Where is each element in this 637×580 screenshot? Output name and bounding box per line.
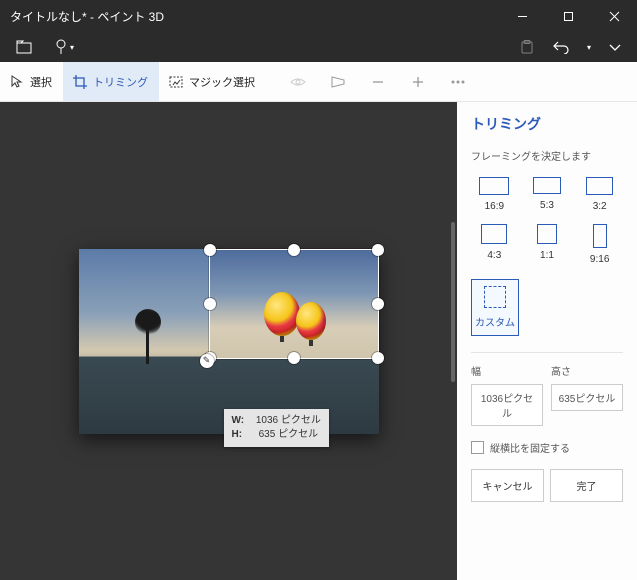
crop-handle-bm[interactable] [288,352,300,364]
crop-handle-tl[interactable] [204,244,216,256]
ratio-16-9[interactable]: 16:9 [471,173,518,216]
canvas-area[interactable]: ✎ W: 1036 ピクセル H: 635 ピクセル [0,102,457,580]
height-input[interactable]: 635ピクセル [551,384,623,411]
tool-3dview-icon[interactable] [286,70,310,94]
crop-selection[interactable]: ✎ [209,249,379,359]
crop-handle-tm[interactable] [288,244,300,256]
menu-brush-icon[interactable]: ▾ [52,35,76,59]
ratio-1-1[interactable]: 1:1 [524,220,571,269]
ratio-icon [537,224,557,244]
height-label: 高さ [551,363,623,378]
ratio-icon [484,286,506,308]
width-label: 幅 [471,363,543,378]
undo-button[interactable] [549,35,573,59]
tool-select[interactable]: 選択 [0,62,63,101]
ratio-icon [481,224,507,244]
panel-subtitle: フレーミングを決定します [471,148,623,163]
tool-magic-select[interactable]: マジック選択 [159,62,266,101]
tool-minus-icon[interactable] [366,70,390,94]
cancel-button[interactable]: キャンセル [471,469,544,502]
ratio-icon [479,177,509,195]
ratio-icon [593,224,607,248]
dimension-tooltip: W: 1036 ピクセル H: 635 ピクセル [224,409,329,447]
tool-crop-label: トリミング [93,74,148,90]
cursor-icon [10,75,24,89]
tool-perspective-icon[interactable] [326,70,350,94]
panel-title: トリミング [471,114,623,134]
titlebar: タイトルなし* - ペイント 3D [0,0,637,32]
side-panel: トリミング フレーミングを決定します 16:9 5:3 3:2 4:3 1:1 … [457,102,637,580]
width-input[interactable]: 1036ピクセル [471,384,543,426]
crop-icon [73,75,87,89]
divider [471,352,623,353]
expand-button[interactable] [603,35,627,59]
scrollbar-vertical[interactable] [451,222,455,382]
lock-aspect-checkbox[interactable] [471,441,484,454]
crop-handle-br[interactable] [372,352,384,364]
done-button[interactable]: 完了 [550,469,623,502]
ratio-icon [586,177,613,195]
lock-aspect-label: 縦横比を固定する [490,440,570,455]
crop-handle-ml[interactable] [204,298,216,310]
toolbar: 選択 トリミング マジック選択 [0,62,637,102]
image-tree-decor [137,309,159,364]
chevron-down-icon: ▾ [70,43,74,52]
ratio-custom[interactable]: カスタム [471,279,519,336]
tool-magic-label: マジック選択 [189,74,255,90]
paste-icon[interactable] [515,35,539,59]
minimize-button[interactable] [499,0,545,32]
canvas-image[interactable]: ✎ W: 1036 ピクセル H: 635 ピクセル [79,249,379,434]
tool-select-label: 選択 [30,74,52,90]
ratio-4-3[interactable]: 4:3 [471,220,518,269]
tool-crop[interactable]: トリミング [63,62,159,101]
ratio-9-16[interactable]: 9:16 [576,220,623,269]
crop-handle-mr[interactable] [372,298,384,310]
redo-dropdown[interactable]: ▾ [583,35,593,59]
ratio-5-3[interactable]: 5:3 [524,173,571,216]
crop-handle-tr[interactable] [372,244,384,256]
image-balloon-decor [296,302,326,340]
menubar: ▾ ▾ [0,32,637,62]
chevron-down-icon: ▾ [587,43,591,52]
tool-plus-icon[interactable] [406,70,430,94]
menu-file-icon[interactable] [12,35,36,59]
window-title: タイトルなし* - ペイント 3D [0,8,499,25]
magic-select-icon [169,75,183,89]
ratio-icon [533,177,561,194]
crop-rotate-handle[interactable]: ✎ [200,354,214,368]
app-window: タイトルなし* - ペイント 3D ▾ ▾ 選択 トリミング [0,0,637,580]
ratio-3-2[interactable]: 3:2 [576,173,623,216]
tool-more-icon[interactable] [446,70,470,94]
image-balloon-decor [264,292,300,336]
close-button[interactable] [591,0,637,32]
maximize-button[interactable] [545,0,591,32]
